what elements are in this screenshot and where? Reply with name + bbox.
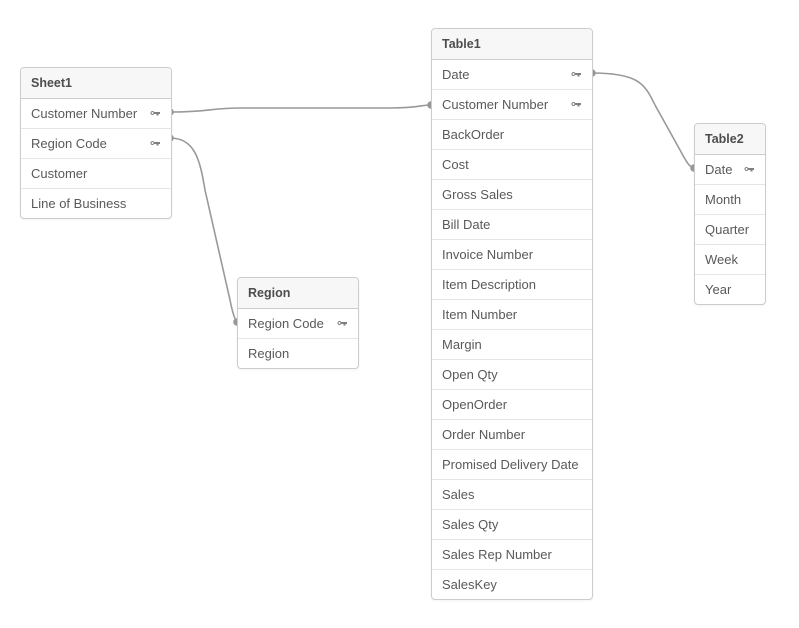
field-label: Month <box>705 192 755 207</box>
key-icon <box>570 69 582 81</box>
field-label: Cost <box>442 157 582 172</box>
table-title[interactable]: Table2 <box>695 124 765 155</box>
field-row[interactable]: Sales <box>432 480 592 510</box>
field-row[interactable]: Region <box>238 339 358 368</box>
field-row[interactable]: Region Code <box>21 129 171 159</box>
field-label: Quarter <box>705 222 755 237</box>
data-model-canvas: { "tables": { "sheet1": { "name": "Sheet… <box>0 0 799 628</box>
field-label: Region Code <box>248 316 332 331</box>
table-title[interactable]: Sheet1 <box>21 68 171 99</box>
field-label: Date <box>442 67 566 82</box>
key-icon <box>743 164 755 176</box>
field-row[interactable]: Bill Date <box>432 210 592 240</box>
field-row[interactable]: Sales Rep Number <box>432 540 592 570</box>
field-row[interactable]: SalesKey <box>432 570 592 599</box>
field-row[interactable]: Sales Qty <box>432 510 592 540</box>
field-row[interactable]: Customer Number <box>432 90 592 120</box>
field-row[interactable]: Month <box>695 185 765 215</box>
table-table2[interactable]: Table2 Date Month Quarter Week Year <box>694 123 766 305</box>
field-row[interactable]: BackOrder <box>432 120 592 150</box>
field-label: Gross Sales <box>442 187 582 202</box>
field-row[interactable]: Item Description <box>432 270 592 300</box>
field-label: OpenOrder <box>442 397 582 412</box>
table-region[interactable]: Region Region Code Region <box>237 277 359 369</box>
table-title[interactable]: Table1 <box>432 29 592 60</box>
field-row[interactable]: Customer <box>21 159 171 189</box>
field-row[interactable]: Date <box>695 155 765 185</box>
field-label: BackOrder <box>442 127 582 142</box>
field-row[interactable]: Open Qty <box>432 360 592 390</box>
field-label: Year <box>705 282 755 297</box>
field-label: Date <box>705 162 739 177</box>
field-row[interactable]: Item Number <box>432 300 592 330</box>
field-row[interactable]: Promised Delivery Date <box>432 450 592 480</box>
relationship-edge <box>170 105 431 112</box>
field-row[interactable]: Week <box>695 245 765 275</box>
field-label: Sales Qty <box>442 517 582 532</box>
field-row[interactable]: Margin <box>432 330 592 360</box>
table-sheet1[interactable]: Sheet1 Customer Number Region Code Customer… <box>20 67 172 219</box>
field-row[interactable]: Region Code <box>238 309 358 339</box>
field-label: Line of Business <box>31 196 161 211</box>
field-label: Customer <box>31 166 161 181</box>
field-label: Margin <box>442 337 582 352</box>
key-icon <box>570 99 582 111</box>
field-label: Region <box>248 346 348 361</box>
field-row[interactable]: Order Number <box>432 420 592 450</box>
relationship-edge <box>170 138 237 322</box>
field-label: Item Number <box>442 307 582 322</box>
field-row[interactable]: Year <box>695 275 765 304</box>
field-label: Customer Number <box>31 106 145 121</box>
key-icon <box>149 138 161 150</box>
field-label: Sales Rep Number <box>442 547 582 562</box>
field-row[interactable]: Customer Number <box>21 99 171 129</box>
field-label: Sales <box>442 487 582 502</box>
table-table1[interactable]: Table1 Date Customer Number BackOrder Cost Gr… <box>431 28 593 600</box>
table-title[interactable]: Region <box>238 278 358 309</box>
field-label: Bill Date <box>442 217 582 232</box>
field-row[interactable]: Cost <box>432 150 592 180</box>
field-label: Promised Delivery Date <box>442 457 582 472</box>
field-label: Open Qty <box>442 367 582 382</box>
field-row[interactable]: Invoice Number <box>432 240 592 270</box>
key-icon <box>336 318 348 330</box>
field-row[interactable]: Gross Sales <box>432 180 592 210</box>
field-label: Customer Number <box>442 97 566 112</box>
field-row[interactable]: Date <box>432 60 592 90</box>
field-label: Invoice Number <box>442 247 582 262</box>
field-label: Region Code <box>31 136 145 151</box>
field-row[interactable]: Quarter <box>695 215 765 245</box>
field-label: SalesKey <box>442 577 582 592</box>
key-icon <box>149 108 161 120</box>
relationship-edge <box>592 73 694 168</box>
field-label: Week <box>705 252 755 267</box>
field-row[interactable]: Line of Business <box>21 189 171 218</box>
field-row[interactable]: OpenOrder <box>432 390 592 420</box>
field-label: Item Description <box>442 277 582 292</box>
field-label: Order Number <box>442 427 582 442</box>
